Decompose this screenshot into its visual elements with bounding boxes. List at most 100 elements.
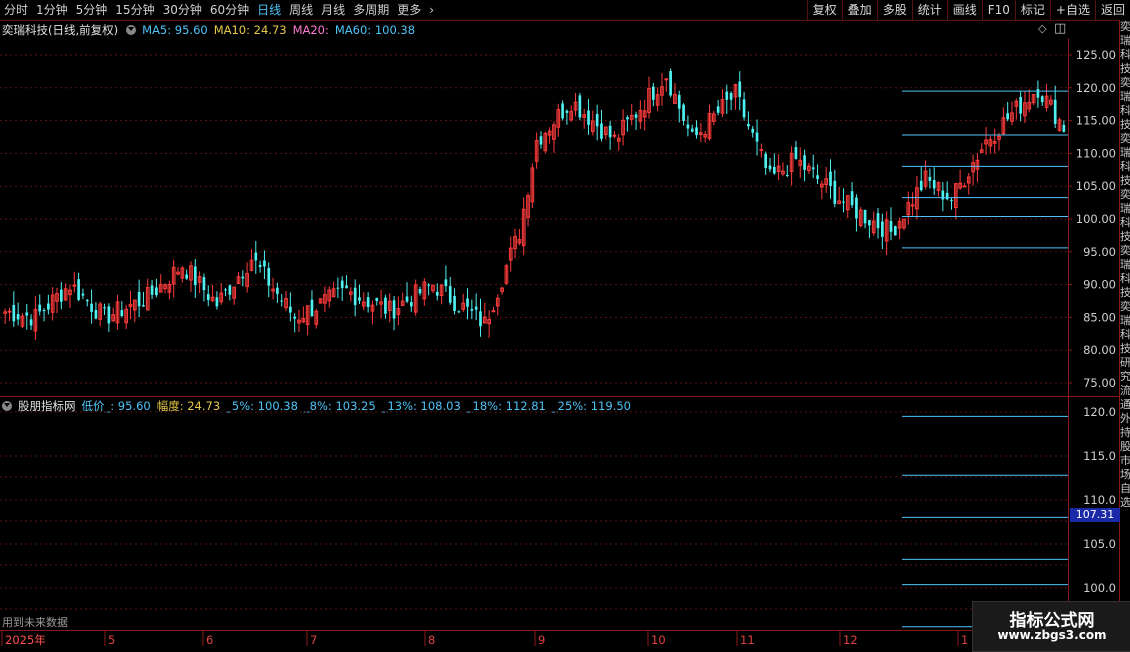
period-tab[interactable]: 1分钟: [32, 0, 72, 20]
y-tick-label: 115.00: [1076, 114, 1116, 128]
candle-body-up: [552, 124, 556, 140]
candle-body-down: [470, 309, 474, 311]
level-8-label: _8%: 103.25: [303, 398, 376, 413]
toolbar-button[interactable]: 叠加: [841, 0, 877, 20]
candle-body-up: [7, 310, 12, 313]
candle-body-down: [16, 314, 20, 320]
candle-body-down: [785, 175, 789, 177]
candle-body-up: [915, 187, 919, 210]
toolbar-button[interactable]: 复权: [806, 0, 842, 20]
future-data-note: 用到未来数据: [2, 616, 68, 629]
toolbar-button[interactable]: 标记: [1014, 0, 1050, 20]
toolbar-button[interactable]: 多股: [876, 0, 912, 20]
toolbar-button[interactable]: 统计: [911, 0, 947, 20]
candle-body-up: [824, 178, 829, 185]
candle-body-down: [241, 276, 245, 279]
period-tab[interactable]: 日线: [253, 0, 285, 20]
period-tab[interactable]: 30分钟: [159, 0, 206, 20]
candle-body-up: [660, 86, 664, 96]
candle-body-up: [997, 135, 1001, 140]
diamond-icon[interactable]: ◇: [1038, 22, 1046, 35]
period-tab[interactable]: 更多: [393, 0, 425, 20]
candle-body-down: [418, 289, 422, 294]
candle-body-up: [543, 132, 548, 152]
candle-body-up: [798, 160, 803, 166]
amplitude-label: 幅度: 24.73: [156, 398, 221, 413]
toolbar-buttons: 复权 叠加 多股 统计 画线 F10 标记 +自选 返回: [806, 0, 1130, 20]
candle-body-up: [962, 185, 967, 188]
candle-body-up: [707, 113, 712, 139]
period-tab[interactable]: 15分钟: [111, 0, 158, 20]
toolbar-button[interactable]: +自选: [1049, 0, 1095, 20]
candle-body-down: [90, 303, 93, 312]
level-13-label: _13%: 108.03: [381, 398, 461, 413]
candle-body-up: [664, 78, 669, 81]
period-tab[interactable]: 分时: [0, 0, 32, 20]
y-tick-label: 105.00: [1076, 179, 1116, 193]
candle-body-down: [725, 91, 729, 100]
candle-body-up: [936, 182, 941, 192]
candle-body-up: [197, 276, 202, 283]
candle-body-down: [263, 260, 266, 267]
period-tab[interactable]: 5分钟: [72, 0, 112, 20]
y-tick-label: 85.00: [1083, 310, 1116, 324]
candle-body-up: [158, 283, 163, 293]
candle-body-up: [314, 310, 319, 325]
candle-body-up: [1014, 100, 1019, 107]
candle-body-up: [988, 138, 993, 147]
candle-body-down: [690, 128, 694, 132]
candle-body-down: [669, 71, 672, 96]
toolbar-button[interactable]: 画线: [946, 0, 982, 20]
y-tick-label: 110.0: [1083, 493, 1116, 507]
candle-body-down: [340, 280, 344, 289]
candle-body-up: [513, 235, 517, 250]
candle-body-down: [120, 310, 124, 317]
window-toggle-icon[interactable]: ◫: [1054, 21, 1066, 36]
candle-body-up: [318, 298, 323, 304]
candle-body-up: [189, 265, 193, 281]
candle-body-up: [642, 110, 647, 118]
candle-body-down: [587, 110, 590, 125]
period-tab[interactable]: 多周期: [349, 0, 393, 20]
candle-body-down: [651, 86, 655, 100]
x-tick-label: 12: [843, 633, 858, 647]
dropdown-circle-icon[interactable]: [126, 24, 137, 35]
candle-body-down: [155, 287, 158, 296]
period-tab[interactable]: 周线: [285, 0, 317, 20]
candle-body-up: [884, 219, 889, 242]
candle-body-up: [1010, 112, 1014, 122]
candle-body-up: [1049, 99, 1053, 105]
kline-chart[interactable]: 125.00 120.00 115.00 110.00 105.00 100.00 95.0…: [0, 0, 1130, 650]
candle-body-up: [590, 120, 595, 132]
candle-body-up: [547, 130, 552, 136]
period-tab[interactable]: 月线: [317, 0, 349, 20]
main-chart-header: 奕瑞科技(日线,前复权) MA5: 95.60 MA10: 24.73 MA20…: [0, 21, 421, 38]
toolbar-button[interactable]: F10: [981, 0, 1015, 20]
candle-body-down: [772, 167, 776, 174]
candle-body-up: [271, 288, 275, 292]
candle-body-down: [466, 298, 469, 307]
candle-body-down: [405, 296, 409, 302]
candle-body-down: [876, 213, 880, 229]
period-tab[interactable]: 60分钟: [206, 0, 253, 20]
candle-body-down: [94, 310, 98, 319]
candle-body-up: [245, 273, 249, 287]
x-tick-label: 2025年: [5, 633, 46, 647]
candle-body-up: [906, 202, 911, 216]
candle-body-up: [521, 208, 526, 247]
candle-body-down: [474, 306, 478, 310]
more-chevron-icon[interactable]: ›: [425, 0, 438, 20]
candle-body-up: [1027, 101, 1032, 110]
toolbar-button[interactable]: 返回: [1094, 0, 1130, 20]
candle-body-up: [556, 109, 561, 128]
right-sidebar[interactable]: 奕瑞科技奕瑞科技奕瑞科技奕瑞科技奕瑞科技奕瑞科技研究流通外持股市场自选: [1120, 20, 1130, 630]
candle-body-up: [508, 247, 513, 261]
y-tick-label: 110.00: [1076, 146, 1116, 160]
candle-body-up: [33, 308, 38, 332]
candle-body-up: [72, 284, 77, 287]
dropdown-circle-icon[interactable]: [2, 400, 12, 411]
candle-body-up: [370, 304, 375, 312]
candle-body-up: [845, 195, 850, 211]
candle-body-up: [331, 288, 336, 298]
y-tick-label: 95.00: [1083, 245, 1116, 259]
